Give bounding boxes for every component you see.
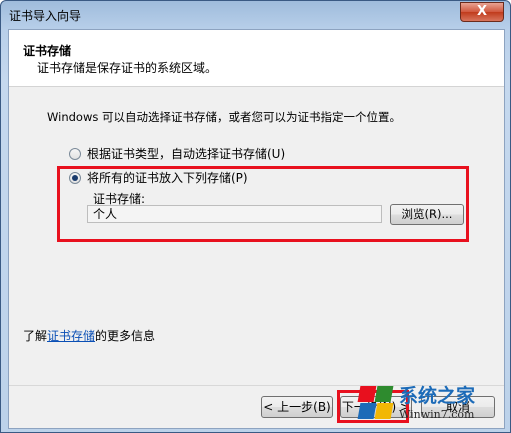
wizard-content: 证书存储 证书存储是保存证书的系统区域。 Windows 可以自动选择证书存储，…	[8, 29, 505, 429]
more-info-suffix: 的更多信息	[95, 329, 156, 343]
radio-label-auto: 根据证书类型，自动选择证书存储(U)	[87, 147, 286, 161]
back-button[interactable]: < 上一步(B)	[261, 396, 333, 418]
more-info-text: 了解证书存储的更多信息	[23, 327, 155, 344]
watermark-main: 系统之家	[399, 384, 476, 407]
highlight-box	[57, 166, 469, 242]
title-bar: 证书导入向导 X	[1, 1, 510, 29]
page-subtitle: 证书存储是保存证书的系统区域。	[37, 61, 218, 75]
auto-select-radio[interactable]: 根据证书类型，自动选择证书存储(U)	[69, 145, 285, 162]
watermark-sub: Winwin7.com	[399, 407, 475, 421]
watermark-text: 系统之家 Winwin7.com	[399, 384, 476, 421]
close-icon: X	[476, 4, 488, 19]
close-button[interactable]: X	[460, 2, 504, 22]
wizard-header: 证书存储 证书存储是保存证书的系统区域。	[9, 30, 504, 87]
page-title: 证书存储	[23, 44, 72, 58]
watermark-logo-icon	[357, 384, 395, 422]
window-title: 证书导入向导	[9, 9, 82, 23]
more-info-prefix: 了解	[23, 329, 48, 343]
wizard-window: 证书导入向导 X 证书存储 证书存储是保存证书的系统区域。 Windows 可以…	[0, 0, 511, 433]
cert-store-link[interactable]: 证书存储	[47, 329, 95, 343]
watermark: 系统之家 Winwin7.com	[357, 380, 507, 426]
radio-icon[interactable]	[69, 147, 81, 160]
intro-text: Windows 可以自动选择证书存储，或者您可以为证书指定一个位置。	[47, 110, 401, 124]
